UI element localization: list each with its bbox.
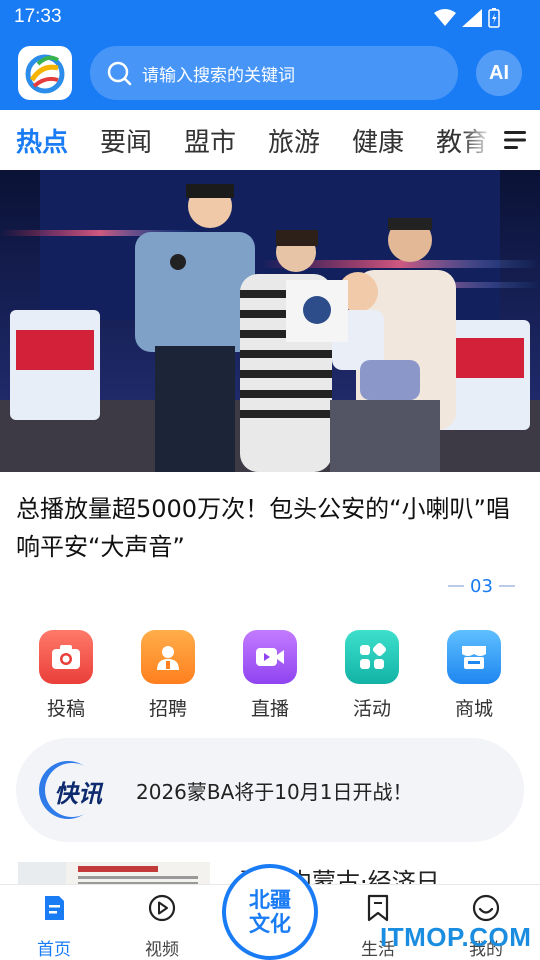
tile-recruit-label: 招聘 (148, 698, 187, 720)
status-time: 17:33 (14, 6, 62, 27)
person-card-icon (141, 630, 195, 684)
tab-league-city[interactable]: 盟市 (184, 122, 236, 159)
hero-headline[interactable]: 总播放量超5000万次！包头公安的“小喇叭”唱响平安“大声音” (16, 490, 516, 566)
tab-news[interactable]: 要闻 (100, 122, 152, 159)
ai-button[interactable]: AI (476, 50, 522, 96)
nav-video-label: 视频 (145, 940, 179, 960)
tile-recruit[interactable]: 招聘 (128, 630, 208, 721)
play-circle-icon (148, 894, 176, 922)
tile-activity-label: 活动 (352, 698, 391, 720)
shop-icon (447, 630, 501, 684)
search-placeholder: 请输入搜索的关键词 (142, 65, 295, 86)
flash-badge: 快讯 (38, 758, 118, 822)
tab-hot[interactable]: 热点 (16, 122, 68, 159)
tab-travel[interactable]: 旅游 (268, 122, 320, 159)
battery-icon (488, 8, 500, 28)
indicator-number: 03 (470, 575, 493, 597)
carousel-indicator: 03 (448, 574, 518, 598)
hero-photo (0, 170, 540, 472)
tile-mall[interactable]: 商城 (434, 630, 514, 721)
app-logo[interactable] (18, 46, 72, 100)
status-icons (434, 8, 500, 28)
category-tabs: 热点 要闻 盟市 旅游 健康 教育 (0, 110, 540, 170)
flash-badge-label: 快讯 (54, 780, 102, 808)
video-camera-icon (243, 630, 297, 684)
tab-menu-button[interactable] (492, 110, 540, 170)
camera-icon (39, 630, 93, 684)
center-button-line1: 北疆 (249, 888, 291, 912)
nav-video[interactable]: 视频 (122, 893, 202, 960)
header-bar: 17:33 请输入搜索的关键词 AI (0, 0, 540, 110)
smile-icon (472, 894, 500, 922)
home-doc-icon (45, 896, 64, 920)
site-watermark: ITMOP.COM (380, 922, 532, 952)
tile-mall-label: 商城 (454, 698, 493, 720)
bookmark-icon (367, 894, 389, 922)
tab-health[interactable]: 健康 (352, 122, 404, 159)
tile-submit[interactable]: 投稿 (26, 630, 106, 721)
signal-icon (462, 9, 482, 27)
hero-image[interactable] (0, 170, 540, 472)
tabs-fade (462, 110, 492, 170)
tile-live[interactable]: 直播 (230, 630, 310, 721)
status-bar: 17:33 (0, 0, 540, 36)
grid-icon (345, 630, 399, 684)
tile-submit-label: 投稿 (46, 698, 85, 720)
indicator-dash-right (498, 585, 515, 587)
search-icon (107, 61, 132, 86)
nav-home[interactable]: 首页 (14, 893, 94, 960)
search-bar[interactable]: 请输入搜索的关键词 (90, 46, 458, 100)
tile-live-label: 直播 (250, 698, 289, 720)
menu-icon (504, 131, 526, 149)
wifi-icon (434, 9, 456, 26)
culture-center-button[interactable]: 北疆 文化 (222, 864, 318, 960)
tile-activity[interactable]: 活动 (332, 630, 412, 721)
flash-news-card[interactable]: 快讯 2026蒙BA将于10月1日开战！ (16, 738, 524, 842)
flash-news-text: 2026蒙BA将于10月1日开战！ (136, 780, 413, 804)
center-button-line2: 文化 (249, 912, 291, 936)
nav-home-label: 首页 (37, 940, 71, 960)
indicator-dash-left (448, 585, 464, 587)
